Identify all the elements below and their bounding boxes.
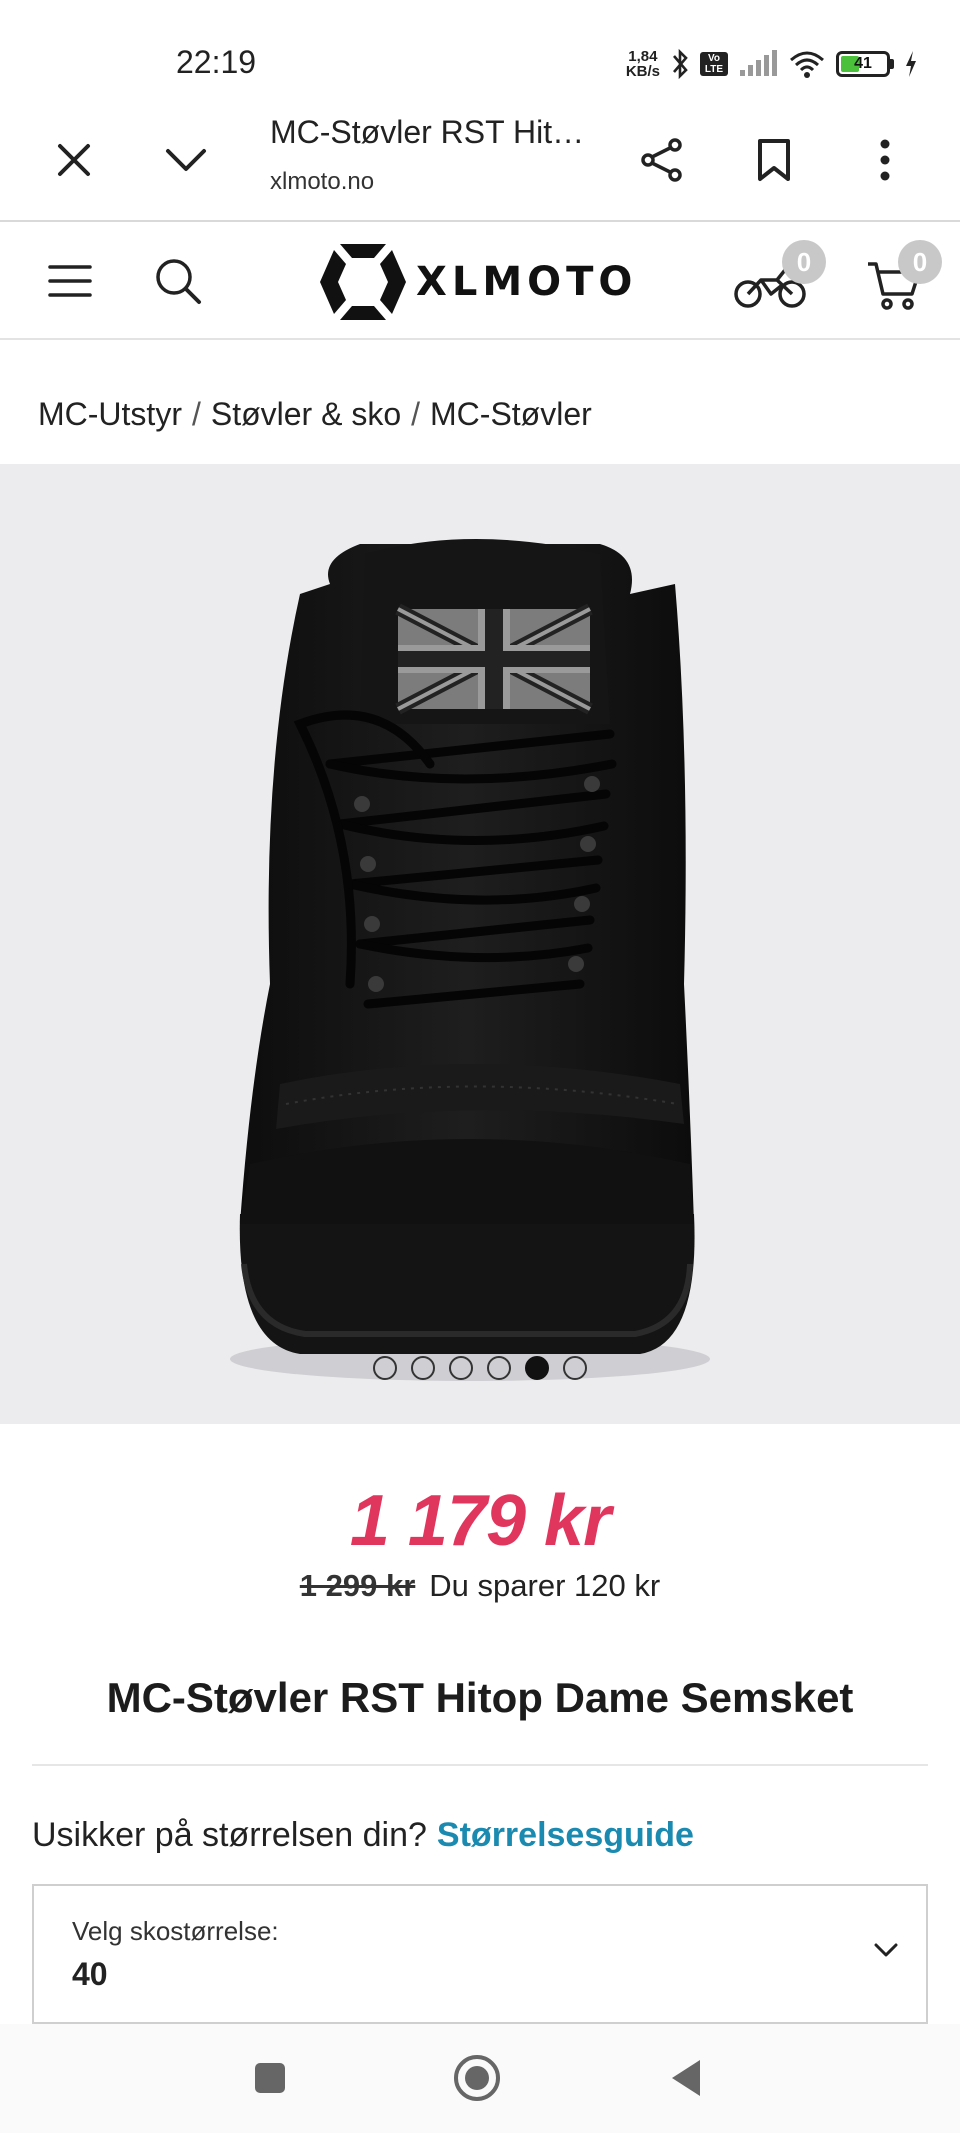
home-button[interactable]: [447, 2048, 507, 2108]
wifi-icon: [790, 51, 824, 78]
breadcrumb: MC-Utstyr / Støvler & sko / MC-Støvler: [38, 396, 592, 433]
search-icon: [156, 259, 201, 304]
back-icon: [672, 2060, 700, 2096]
brand-name: XLMOTO: [416, 259, 638, 305]
breadcrumb-item-stovler-sko[interactable]: Støvler & sko: [211, 396, 401, 433]
product-title: MC-Støvler RST Hitop Dame Semsket: [106, 1674, 854, 1721]
size-guide-link[interactable]: Størrelsesguide: [437, 1816, 694, 1855]
brand-logo[interactable]: XLMOTO: [320, 244, 637, 320]
share-button[interactable]: [630, 128, 694, 192]
menu-button[interactable]: [40, 256, 100, 306]
more-options-button[interactable]: [853, 128, 917, 192]
gallery-dot[interactable]: [487, 1356, 511, 1380]
boot-image: [230, 539, 710, 1381]
breadcrumb-separator: /: [411, 396, 421, 432]
battery: 41: [836, 51, 894, 77]
page-title[interactable]: MC-Støvler RST Hitop Dame Semsket: [270, 114, 590, 151]
minimize-button[interactable]: [154, 128, 218, 192]
gallery-pagination: [0, 1356, 960, 1380]
site-header: XLMOTO 0 0: [0, 222, 960, 340]
current-price: 1 179 kr: [349, 1481, 611, 1561]
gallery-dot[interactable]: [525, 1356, 549, 1380]
menu-icon: [48, 265, 92, 297]
logo-icon: [320, 244, 406, 320]
breadcrumb-item-mc-stovler[interactable]: MC-Støvler: [430, 396, 592, 433]
gallery-dot[interactable]: [411, 1356, 435, 1380]
status-icons: 1,84 KB/s Vo LTE 41: [626, 44, 918, 84]
gallery-dot[interactable]: [449, 1356, 473, 1380]
price-details: 1 299 kr Du sparer 120 kr: [0, 1568, 960, 1604]
close-tab-button[interactable]: [42, 128, 106, 192]
volte-icon: Vo LTE: [700, 52, 728, 76]
chevron-down-icon: [874, 1943, 898, 1957]
status-time: 22:19: [176, 44, 257, 80]
home-icon: [454, 2055, 500, 2101]
recents-button[interactable]: [240, 2048, 300, 2108]
back-button[interactable]: [656, 2048, 716, 2108]
bookmark-button[interactable]: [742, 128, 806, 192]
size-select-label: Velg skostørrelse:: [72, 1916, 279, 1946]
garage-count-badge: 0: [782, 240, 826, 284]
recents-icon: [255, 2063, 285, 2093]
status-bar: 22:19 1,84 KB/s Vo LTE 41: [0, 0, 960, 100]
net-speed: 1,84 KB/s: [625, 48, 660, 80]
more-vert-icon: [880, 139, 890, 181]
signal-icon: [740, 50, 777, 76]
size-question: Usikker på størrelsen din?: [32, 1816, 427, 1854]
search-button[interactable]: [148, 252, 208, 310]
size-help: Usikker på størrelsen din? Størrelsesgui…: [32, 1816, 694, 1855]
browser-toolbar: MC-Støvler RST Hitop Dame Semsket xlmoto…: [0, 100, 960, 222]
cart-count-badge: 0: [898, 240, 942, 284]
share-icon: [641, 138, 682, 182]
bookmark-icon: [758, 139, 790, 181]
breadcrumb-item-mc-utstyr[interactable]: MC-Utstyr: [38, 396, 182, 433]
size-select[interactable]: Velg skostørrelse: 40: [32, 1884, 928, 2024]
chevron-down-icon: [166, 149, 206, 171]
savings-text: Du sparer 120 kr: [429, 1568, 661, 1603]
gallery-dot[interactable]: [373, 1356, 397, 1380]
bluetooth-icon: [673, 48, 688, 80]
breadcrumb-separator: /: [191, 396, 201, 432]
system-navigation-bar: [0, 2024, 960, 2133]
close-icon: [58, 144, 90, 176]
gallery-dot[interactable]: [563, 1356, 587, 1380]
product-image-gallery[interactable]: [0, 464, 960, 1424]
size-select-value: 40: [72, 1956, 108, 1992]
divider: [32, 1764, 928, 1766]
old-price: 1 299 kr: [299, 1568, 416, 1603]
page-url[interactable]: xlmoto.no: [270, 168, 374, 196]
charging-icon: [906, 51, 916, 77]
